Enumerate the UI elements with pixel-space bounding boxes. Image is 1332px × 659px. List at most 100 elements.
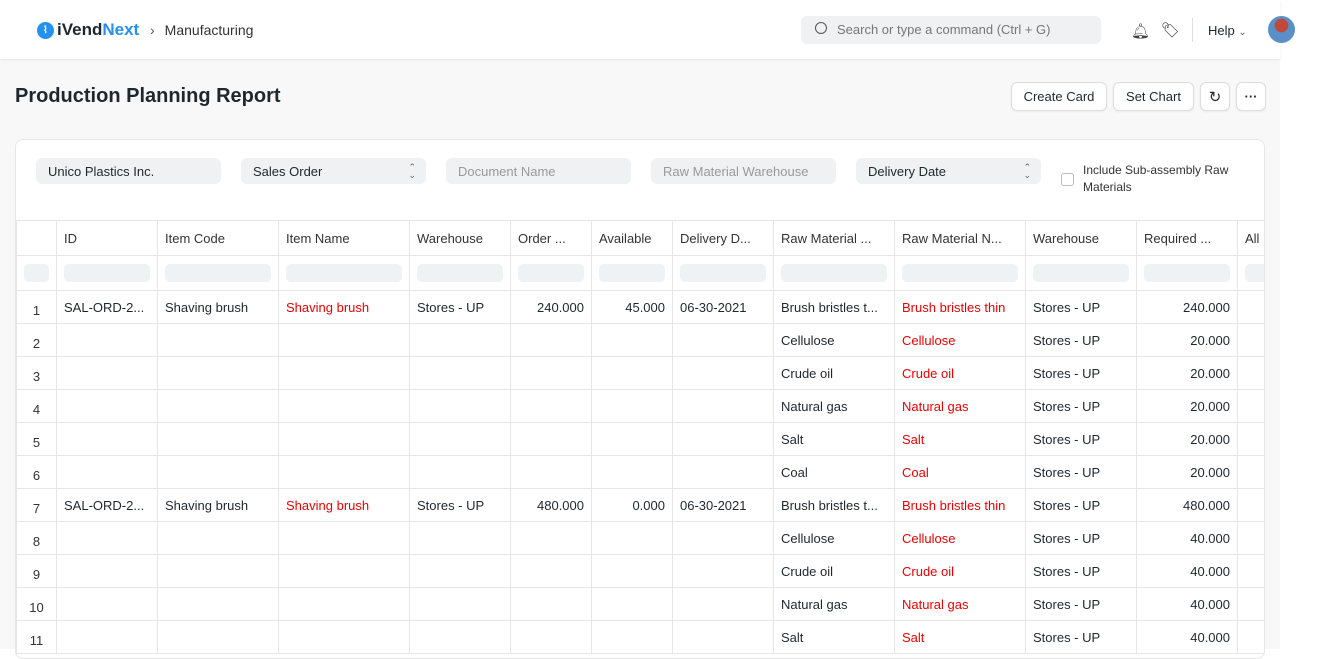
row-number: 9	[16, 554, 57, 588]
column-header[interactable]: Required ...	[1136, 220, 1238, 256]
table-cell	[510, 356, 592, 390]
table-cell	[591, 455, 673, 489]
table-cell	[56, 389, 158, 423]
table-cell: Stores - UP	[1025, 422, 1137, 456]
order-by-select[interactable]: Delivery Date ⌃ ⌄	[856, 158, 1041, 184]
company-field[interactable]: Unico Plastics Inc.	[36, 158, 221, 184]
table-cell: Cellulose	[773, 521, 895, 555]
logo-icon: ⌇	[37, 21, 54, 39]
table-cell	[672, 389, 774, 423]
column-filter-input[interactable]	[1245, 264, 1264, 282]
table-cell: 480.000	[1136, 488, 1238, 522]
column-header[interactable]: Raw Material ...	[773, 220, 895, 256]
column-header[interactable]: Available	[591, 220, 673, 256]
include-sub-assembly-checkbox[interactable]	[1061, 173, 1074, 186]
search-input[interactable]: Search or type a command (Ctrl + G)	[801, 16, 1101, 44]
table-cell: Stores - UP	[409, 290, 511, 324]
avatar[interactable]	[1268, 16, 1295, 43]
table-cell: 20.000	[1136, 323, 1238, 357]
row-number: 10	[16, 587, 57, 621]
column-filter-cell	[591, 255, 673, 291]
table-cell	[56, 323, 158, 357]
raw-material-warehouse-field[interactable]: Raw Material Warehouse	[651, 158, 836, 184]
column-filter-input[interactable]	[64, 264, 150, 282]
column-filter-input[interactable]	[165, 264, 271, 282]
column-filter-input[interactable]	[781, 264, 887, 282]
row-number: 8	[16, 521, 57, 555]
table-cell: Stores - UP	[1025, 554, 1137, 588]
table-cell	[56, 587, 158, 621]
table-cell: Stores - UP	[1025, 587, 1137, 621]
create-card-button[interactable]: Create Card	[1011, 82, 1107, 111]
refresh-icon: ↻	[1208, 88, 1222, 106]
table-row: 3 Crude oil Crude oil Stores - UP 20.000	[16, 356, 1264, 390]
table-cell: Coal	[773, 455, 895, 489]
column-filter-input[interactable]	[518, 264, 584, 282]
table-cell: Natural gas	[894, 587, 1026, 621]
table-cell	[1237, 290, 1264, 324]
column-header[interactable]: Warehouse	[1025, 220, 1137, 256]
table-cell	[591, 554, 673, 588]
more-button[interactable]: ···	[1236, 82, 1266, 111]
table-cell	[591, 422, 673, 456]
include-sub-assembly-label: Include Sub-assembly Raw Materials	[1083, 163, 1229, 194]
table-cell	[278, 323, 410, 357]
brand-text: iVend	[57, 20, 103, 39]
table-cell	[510, 323, 592, 357]
document-name-field[interactable]: Document Name	[446, 158, 631, 184]
column-header[interactable]: All	[1237, 220, 1264, 256]
column-filter-input[interactable]	[680, 264, 766, 282]
table-cell	[56, 422, 158, 456]
table-cell	[672, 356, 774, 390]
help-dropdown[interactable]: Help ⌄	[1208, 23, 1247, 38]
column-filter-cell	[672, 255, 774, 291]
breadcrumb-manufacturing[interactable]: Manufacturing	[165, 22, 254, 38]
table-cell: Stores - UP	[1025, 290, 1137, 324]
table-cell	[409, 356, 511, 390]
table-cell: Stores - UP	[1025, 323, 1137, 357]
table-cell: Shaving brush	[157, 290, 279, 324]
column-header[interactable]: Warehouse	[409, 220, 511, 256]
based-on-select[interactable]: Sales Order ⌃ ⌄	[241, 158, 426, 184]
table-cell	[157, 389, 279, 423]
bell-icon[interactable]: 🔔︎	[1131, 22, 1150, 40]
refresh-button[interactable]: ↻	[1200, 82, 1230, 111]
column-filter-input[interactable]	[902, 264, 1018, 282]
brand-logo[interactable]: ⌇ iVend Next	[37, 20, 139, 40]
table-cell	[278, 455, 410, 489]
table-cell: Crude oil	[894, 356, 1026, 390]
column-filter-input[interactable]	[1144, 264, 1230, 282]
column-filter-input[interactable]	[1033, 264, 1129, 282]
column-header[interactable]: ID	[56, 220, 158, 256]
column-header[interactable]: Item Code	[157, 220, 279, 256]
table-cell	[409, 554, 511, 588]
table-cell: 40.000	[1136, 587, 1238, 621]
column-filter-cell	[278, 255, 410, 291]
table-cell: SAL-ORD-2...	[56, 488, 158, 522]
table-cell	[157, 587, 279, 621]
table-cell	[510, 554, 592, 588]
column-filter-input[interactable]	[417, 264, 503, 282]
table-cell	[278, 389, 410, 423]
column-header[interactable]: Delivery D...	[672, 220, 774, 256]
table-cell	[1237, 587, 1264, 621]
column-header[interactable]: Order ...	[510, 220, 592, 256]
table-cell	[591, 587, 673, 621]
table-cell: Salt	[894, 422, 1026, 456]
table-cell: 480.000	[510, 488, 592, 522]
column-header[interactable]: Raw Material N...	[894, 220, 1026, 256]
column-filter-input[interactable]	[24, 264, 49, 282]
table-cell	[278, 356, 410, 390]
tag-icon[interactable]: 🏷︎	[1161, 21, 1180, 39]
select-arrows-icon: ⌃ ⌄	[1023, 162, 1031, 180]
column-filter-input[interactable]	[286, 264, 402, 282]
column-filter-input[interactable]	[599, 264, 665, 282]
table-cell: 20.000	[1136, 389, 1238, 423]
set-chart-button[interactable]: Set Chart	[1113, 82, 1194, 111]
column-filter-cell	[773, 255, 895, 291]
chevron-right-icon: ›	[150, 22, 155, 38]
table-cell: 06-30-2021	[672, 290, 774, 324]
based-on-value: Sales Order	[253, 164, 323, 179]
brand-text-accent: Next	[102, 20, 140, 39]
column-header[interactable]: Item Name	[278, 220, 410, 256]
